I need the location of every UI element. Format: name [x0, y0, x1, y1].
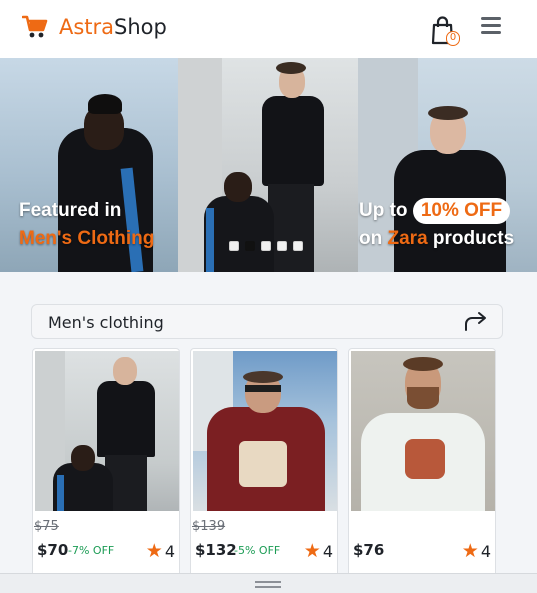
promo-banner[interactable]: Featured in Men's Clothing Up to 10% OFF… — [0, 58, 537, 272]
logo-text: AstraShop — [59, 15, 167, 39]
rating-value: 4 — [164, 542, 175, 561]
star-icon: ★ — [145, 540, 163, 562]
bottom-sheet-handle[interactable] — [0, 573, 537, 593]
banner-caption-2-on: on — [359, 228, 383, 249]
carousel-dot[interactable] — [277, 241, 287, 251]
carousel-dots — [229, 241, 309, 251]
logo-part-2: Shop — [114, 15, 167, 39]
banner-caption-1-line-1: Featured in — [19, 200, 122, 221]
app-header: AstraShop 0 — [0, 0, 537, 58]
carousel-dot[interactable] — [261, 241, 271, 251]
banner-caption-1-line-2: Men's Clothing — [19, 228, 155, 249]
product-card[interactable]: $139 $132 -5% OFF ★ 4 — [190, 348, 338, 578]
product-image — [35, 351, 179, 511]
category-title: Men's clothing — [48, 313, 164, 332]
original-price: $75 — [34, 519, 59, 534]
brand-name: Zara — [387, 228, 428, 249]
cart-icon — [22, 15, 48, 38]
carousel-dot[interactable] — [293, 241, 303, 251]
product-image — [351, 351, 495, 511]
banner-image-2 — [178, 58, 358, 272]
share-arrow-icon[interactable] — [464, 311, 488, 333]
star-icon: ★ — [303, 540, 321, 562]
banner-caption-2: Up to 10% OFF on Zara products — [359, 197, 514, 253]
rating-value: 4 — [480, 542, 491, 561]
cart-count-badge: 0 — [446, 31, 460, 46]
star-icon: ★ — [461, 540, 479, 562]
current-price: $76 — [353, 541, 385, 559]
current-price: $70 — [37, 541, 69, 559]
banner-caption-2-prefix: Up to — [359, 200, 408, 221]
logo-part-1: Astra — [59, 15, 115, 39]
rating-value: 4 — [322, 542, 333, 561]
drag-handle-icon[interactable] — [255, 581, 281, 591]
banner-caption-2-suffix: products — [432, 228, 515, 249]
current-price: $132 — [195, 541, 237, 559]
banner-caption-1: Featured in Men's Clothing — [19, 197, 154, 253]
logo[interactable]: AstraShop — [22, 14, 167, 40]
product-card[interactable]: $76 ★ 4 — [348, 348, 496, 578]
hamburger-menu-icon[interactable] — [481, 17, 501, 35]
carousel-dot[interactable] — [229, 241, 239, 251]
rating: ★ 4 — [462, 540, 491, 562]
original-price: $139 — [192, 519, 226, 534]
category-header[interactable]: Men's clothing — [31, 304, 503, 339]
rating: ★ 4 — [146, 540, 175, 562]
discount-pill: 10% OFF — [412, 198, 511, 224]
discount-label: -7% OFF — [68, 544, 115, 557]
carousel-dot-active[interactable] — [245, 241, 255, 251]
product-image — [193, 351, 337, 511]
discount-label: -5% OFF — [234, 544, 281, 557]
rating: ★ 4 — [304, 540, 333, 562]
product-card[interactable]: $75 $70 -7% OFF ★ 4 — [32, 348, 180, 578]
